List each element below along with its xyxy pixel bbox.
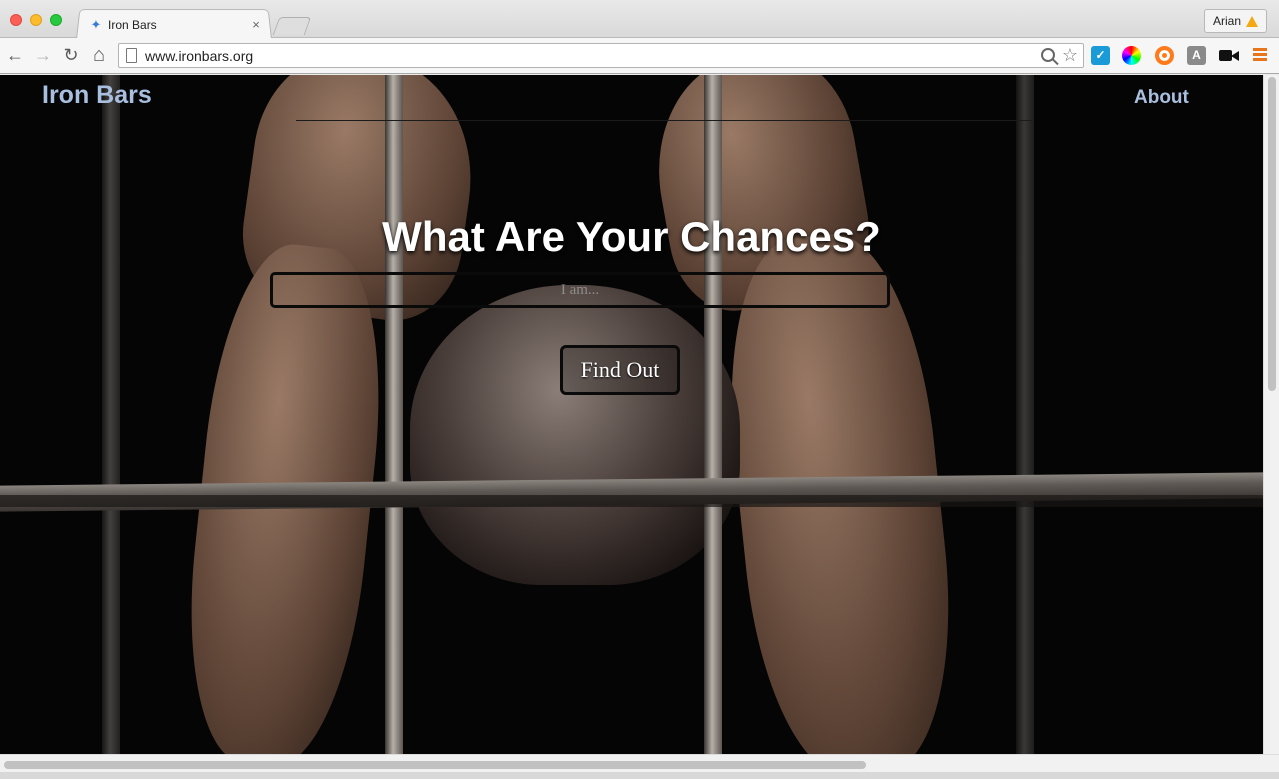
forward-arrow-icon[interactable]: → [32,44,54,66]
zoom-icon[interactable] [1041,48,1055,62]
video-camera-extension-icon[interactable] [1219,46,1239,65]
site-logo[interactable]: Iron Bars [42,81,152,110]
vertical-scrollbar-thumb[interactable] [1268,77,1276,391]
vertical-scrollbar[interactable] [1263,75,1279,754]
browser-toolbar: ← → ↻ ⌂ www.ironbars.org ☆ ✓ A [0,38,1279,74]
hero-background-image [0,75,1263,754]
url-text[interactable]: www.ironbars.org [145,48,253,64]
warning-icon [1246,15,1258,27]
browser-menu-icon[interactable] [1253,48,1267,62]
site-favicon-icon: ✦ [90,17,102,32]
minimize-window-button[interactable] [30,14,42,26]
checkmark-extension-icon[interactable]: ✓ [1091,46,1110,65]
reload-icon[interactable]: ↻ [60,44,82,66]
lifebuoy-extension-icon[interactable] [1155,46,1174,65]
zoom-window-button[interactable] [50,14,62,26]
bar-vertical [704,75,722,754]
window-bottom-edge [0,772,1279,779]
close-window-button[interactable] [10,14,22,26]
camera-lens-shape [1231,51,1239,61]
navbar-divider [296,120,1032,121]
page-viewport: Iron Bars About What Are Your Chances? F… [0,75,1263,754]
bar-vertical [385,75,403,754]
font-extension-icon[interactable]: A [1187,46,1206,65]
color-wheel-extension-icon[interactable] [1122,46,1141,65]
browser-tab-content[interactable]: ✦ Iron Bars × [84,13,269,37]
bar-horizontal-shadow [0,495,1263,507]
profile-name: Arian [1212,14,1241,28]
head-shape [410,285,740,585]
hero-headline: What Are Your Chances? [382,213,881,260]
page-icon [126,48,137,63]
bar-vertical [102,75,120,754]
find-out-button[interactable]: Find Out [560,345,680,395]
horizontal-scrollbar[interactable] [0,754,1279,772]
browser-titlebar: ✦ Iron Bars × Arian [0,0,1279,39]
tab-title: Iron Bars [108,18,157,32]
identity-search-input[interactable] [270,272,890,308]
back-arrow-icon[interactable]: ← [4,44,26,66]
nav-about-link[interactable]: About [1134,87,1189,109]
home-icon[interactable]: ⌂ [88,44,110,66]
bookmark-star-icon[interactable]: ☆ [1062,45,1078,65]
bar-vertical [1016,75,1034,754]
address-bar[interactable]: www.ironbars.org ☆ [118,43,1084,68]
horizontal-scrollbar-thumb[interactable] [4,761,866,769]
new-tab-button[interactable] [272,17,312,35]
tab-close-icon[interactable]: × [249,18,263,32]
profile-button[interactable]: Arian [1203,9,1267,33]
